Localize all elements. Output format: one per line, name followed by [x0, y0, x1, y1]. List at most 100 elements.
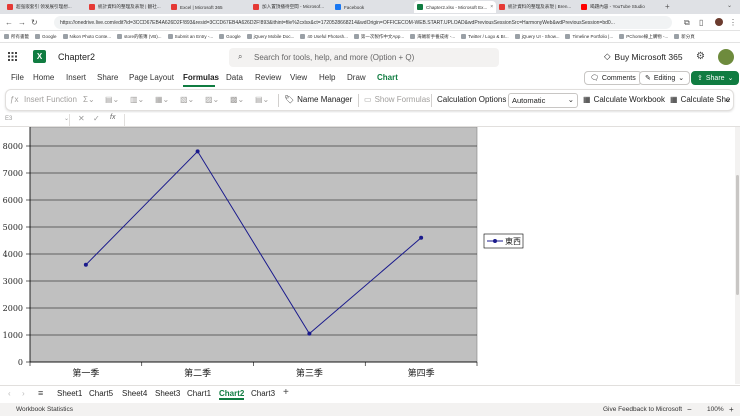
name-box[interactable]: E3 — [2, 114, 70, 126]
bookmark-label: store的帳簿 (VB)... — [124, 33, 162, 39]
forward-icon[interactable]: → — [18, 18, 26, 27]
fx-formula-icon[interactable]: fx — [110, 114, 115, 121]
recently-used-icon[interactable]: ▤⌄ — [105, 95, 119, 104]
bookmark-item[interactable]: Submit an Entry -... — [167, 34, 213, 39]
tab-file[interactable]: File — [11, 73, 24, 82]
sheet-tab-chart1[interactable]: Chart1 — [187, 389, 211, 398]
confirm-icon[interactable]: ✓ — [93, 114, 100, 123]
extension-icon[interactable]: ⧉ — [684, 18, 690, 27]
comments-button[interactable]: 🗨 Comments — [584, 71, 642, 85]
bookmark-item[interactable]: Nikon Photo Conte... — [62, 34, 111, 39]
data-point[interactable] — [195, 149, 200, 154]
data-point[interactable] — [307, 331, 312, 336]
document-title[interactable]: Chapter2 — [58, 52, 95, 62]
logical-icon[interactable]: ▦⌄ — [155, 95, 169, 104]
chevron-down-icon: ⌄ — [727, 75, 734, 82]
sheet-tab-chart3[interactable]: Chart3 — [251, 389, 275, 398]
browser-tab[interactable]: Facebook — [332, 1, 414, 13]
browser-tab[interactable]: Excel | Microsoft 365 — [168, 1, 250, 13]
tab-search-icon[interactable]: ⌄ — [727, 2, 732, 9]
insert-function-button[interactable]: Insert Function — [24, 95, 77, 104]
browser-profile-avatar[interactable] — [715, 18, 723, 26]
feedback-link[interactable]: Give Feedback to Microsoft — [603, 406, 682, 413]
bookmark-item[interactable]: jQuery UI - Show... — [514, 34, 559, 39]
zoom-level[interactable]: 100% — [707, 406, 724, 413]
bookmark-item[interactable]: 新分頁 — [674, 34, 695, 40]
bookmark-item[interactable]: Google — [219, 34, 241, 39]
new-tab-icon[interactable]: + — [665, 2, 670, 11]
more-functions-icon[interactable]: ▤⌄ — [255, 95, 269, 104]
sheet-tab-sheet1[interactable]: Sheet1 — [57, 389, 82, 398]
line-chart[interactable]: 0 1000 2000 3000 4000 5000 6000 7000 8000 第一季 第二季 第… — [0, 127, 737, 384]
buy-microsoft-button[interactable]: ◇ Buy Microsoft 365 — [604, 51, 683, 62]
bookmark-item[interactable]: 所有書籤 — [4, 34, 29, 40]
tab-help[interactable]: Help — [319, 73, 335, 82]
bookmark-item[interactable]: 40 Useful Photosh... — [300, 34, 348, 39]
show-formulas-button[interactable]: ▭ Show Formulas — [364, 95, 430, 104]
lookup-icon[interactable]: ▩⌄ — [230, 95, 244, 104]
sheet-tab-chart2[interactable]: Chart2 — [219, 389, 245, 400]
app-launcher-icon[interactable] — [8, 52, 17, 61]
text-functions-icon[interactable]: ▧⌄ — [180, 95, 194, 104]
cancel-icon[interactable]: ✕ — [78, 114, 85, 123]
tab-page-layout[interactable]: Page Layout — [129, 73, 174, 82]
search-input[interactable]: ⌕ Search for tools, help, and more (Opti… — [229, 48, 499, 67]
calculation-options-select[interactable]: Automatic ⌄ — [508, 93, 578, 108]
calculate-workbook-button[interactable]: ▦ Calculate Workbook — [583, 95, 665, 104]
browser-tab[interactable]: Chapter2.xlsx - Microsoft Ex... × — [414, 1, 496, 13]
next-sheet-icon[interactable]: › — [22, 389, 25, 398]
vertical-scroll-thumb[interactable] — [736, 175, 739, 295]
bookmark-item[interactable]: Timeline Portfolio |... — [565, 34, 613, 39]
tab-data[interactable]: Data — [226, 73, 243, 82]
zoom-out-icon[interactable]: − — [687, 405, 692, 414]
date-time-icon[interactable]: ▨⌄ — [205, 95, 219, 104]
workbook-statistics-button[interactable]: Workbook Statistics — [16, 406, 73, 413]
browser-tab[interactable]: 超强嵌套引 领发展引理想... — [4, 1, 86, 13]
sheet-tab-chart5[interactable]: Chart5 — [89, 389, 113, 398]
financial-icon[interactable]: ▥⌄ — [130, 95, 144, 104]
prev-sheet-icon[interactable]: ‹ — [8, 389, 11, 398]
settings-gear-icon[interactable]: ⚙ — [696, 51, 705, 62]
browser-tab[interactable]: 加入置頂播待空間 - Microsof... — [250, 1, 332, 13]
back-icon[interactable]: ← — [5, 18, 13, 27]
zoom-in-icon[interactable]: + — [729, 405, 734, 414]
bookmark-item[interactable]: store的帳簿 (VB)... — [117, 34, 162, 40]
reload-icon[interactable]: ↻ — [31, 18, 38, 27]
tab-review[interactable]: Review — [255, 73, 281, 82]
data-point[interactable] — [83, 262, 88, 267]
chevron-down-icon[interactable]: ⌄ — [64, 115, 69, 122]
bookmark-item[interactable]: 海賊新手養成術 -... — [410, 34, 455, 40]
add-sheet-icon[interactable]: + — [283, 387, 289, 398]
share-button[interactable]: ⇪ Share ⌄ — [691, 71, 740, 85]
tab-insert[interactable]: Insert — [66, 73, 86, 82]
user-avatar[interactable] — [718, 49, 734, 65]
sheet-tab-sheet3[interactable]: Sheet3 — [155, 389, 180, 398]
browser-menu-icon[interactable]: ⋮ — [729, 18, 737, 27]
url-input[interactable]: https://onedrive.live.com/edit?id=3CCD67… — [54, 16, 672, 29]
autosum-icon[interactable]: Σ⌄ — [83, 95, 95, 104]
all-sheets-menu-icon[interactable]: ≡ — [38, 388, 43, 398]
bookmark-item[interactable]: Twitter / Logo & Br... — [461, 34, 509, 39]
name-manager-button[interactable]: 🏷 Name Manager — [284, 95, 352, 104]
bookmark-item[interactable]: jQuery Mobile Doc... — [246, 34, 294, 39]
bookmark-item[interactable]: 第一次製作中文App... — [353, 34, 404, 40]
tab-share[interactable]: Share — [97, 73, 118, 82]
bookmark-item[interactable]: PChome線上購物 -... — [619, 34, 668, 40]
sheet-tab-sheet4[interactable]: Sheet4 — [122, 389, 147, 398]
browser-tab[interactable]: 統計資料的整理及表現 | Bren... — [496, 1, 578, 13]
calculate-sheet-button[interactable]: ▦ Calculate She — [670, 95, 730, 104]
tab-home[interactable]: Home — [33, 73, 54, 82]
data-point[interactable] — [419, 235, 424, 240]
browser-tab[interactable]: 統計資料的整理及表現 | 翻社... — [86, 1, 168, 13]
tab-view[interactable]: View — [290, 73, 307, 82]
sidepanel-icon[interactable]: ▯ — [699, 18, 703, 27]
expand-ribbon-chevron-icon[interactable]: ⌄ — [724, 95, 731, 104]
tab-chart[interactable]: Chart — [377, 73, 398, 82]
tab-formulas[interactable]: Formulas — [183, 73, 219, 82]
tab-draw[interactable]: Draw — [347, 73, 366, 82]
close-tab-icon[interactable]: × — [490, 4, 493, 10]
bookmark-item[interactable]: Google — [35, 34, 57, 39]
tab-favicon-icon — [499, 4, 505, 10]
editing-mode-button[interactable]: ✎ Editing ⌄ — [639, 71, 691, 85]
browser-tab[interactable]: 喝題內容 - YouTube Studio — [578, 1, 660, 13]
